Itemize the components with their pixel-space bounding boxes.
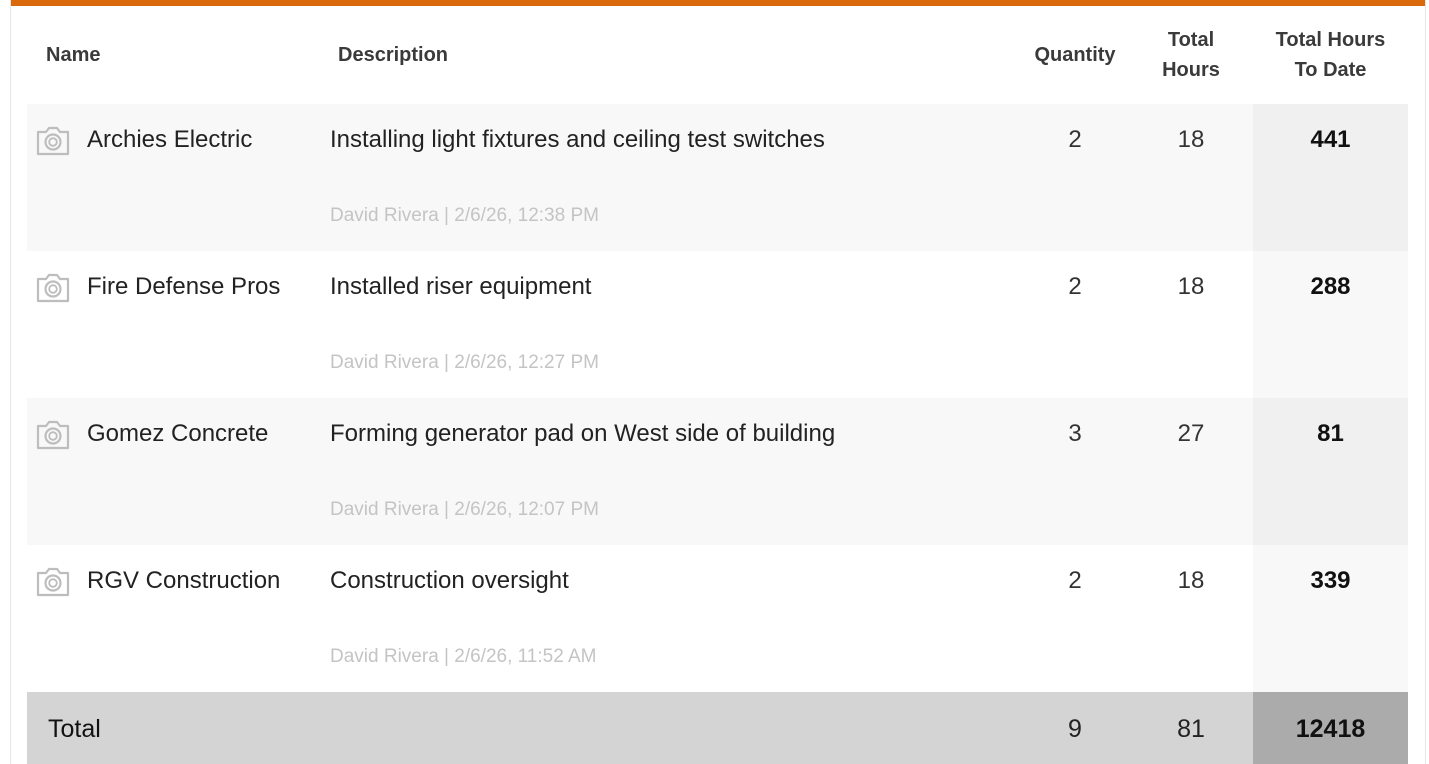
- row-name: RGV Construction: [87, 567, 281, 594]
- row-total-hours: 18: [1177, 273, 1205, 300]
- table-row[interactable]: RGV Construction Construction oversight …: [27, 545, 1408, 692]
- row-description: Installing light fixtures and ceiling te…: [330, 126, 825, 153]
- row-name: Gomez Concrete: [87, 420, 269, 447]
- table-header: Name Description Quantity Total Hours To…: [27, 6, 1408, 104]
- row-meta: David Rivera | 2/6/26, 12:07 PM: [330, 499, 599, 520]
- total-quantity: 9: [1068, 715, 1082, 743]
- row-name: Archies Electric: [87, 126, 253, 153]
- header-description[interactable]: Description: [319, 6, 994, 104]
- camera-icon[interactable]: [35, 125, 71, 157]
- row-name: Fire Defense Pros: [87, 273, 281, 300]
- row-total-hours: 27: [1177, 420, 1205, 447]
- total-row: Total 9 81 12418: [27, 692, 1408, 764]
- header-total-hours-to-date[interactable]: Total Hours To Date: [1253, 6, 1408, 104]
- camera-icon[interactable]: [35, 272, 71, 304]
- row-total-hours-to-date: 288: [1310, 273, 1351, 300]
- row-total-hours: 18: [1177, 567, 1205, 594]
- labor-table: Name Description Quantity Total Hours To…: [27, 6, 1408, 764]
- header-total-hours-line2: Hours: [1162, 59, 1220, 81]
- total-hours: 81: [1177, 715, 1205, 743]
- row-quantity: 3: [1068, 420, 1082, 447]
- row-meta: David Rivera | 2/6/26, 11:52 AM: [330, 646, 597, 667]
- table-row[interactable]: Archies Electric Installing light fixtur…: [27, 104, 1408, 251]
- header-quantity[interactable]: Quantity: [1027, 6, 1123, 104]
- header-to-date-line1: Total Hours: [1275, 29, 1386, 51]
- row-quantity: 2: [1068, 567, 1082, 594]
- header-total-hours-line1: Total: [1167, 29, 1215, 51]
- row-total-hours-to-date: 81: [1317, 420, 1344, 447]
- row-total-hours: 18: [1177, 126, 1205, 153]
- table-row[interactable]: Gomez Concrete Forming generator pad on …: [27, 398, 1408, 545]
- header-total-hours[interactable]: Total Hours: [1143, 6, 1239, 104]
- labor-summary-card: Name Description Quantity Total Hours To…: [10, 0, 1426, 764]
- row-meta: David Rivera | 2/6/26, 12:38 PM: [330, 205, 599, 226]
- row-total-hours-to-date: 339: [1310, 567, 1351, 594]
- row-description: Forming generator pad on West side of bu…: [330, 420, 836, 447]
- header-to-date-line2: To Date: [1294, 59, 1367, 81]
- row-meta: David Rivera | 2/6/26, 12:27 PM: [330, 352, 599, 373]
- row-description: Construction oversight: [330, 567, 569, 594]
- header-name[interactable]: Name: [27, 6, 319, 104]
- camera-icon[interactable]: [35, 566, 71, 598]
- total-hours-to-date: 12418: [1295, 715, 1366, 743]
- row-quantity: 2: [1068, 126, 1082, 153]
- row-description: Installed riser equipment: [330, 273, 592, 300]
- total-label: Total: [48, 715, 101, 743]
- row-quantity: 2: [1068, 273, 1082, 300]
- camera-icon[interactable]: [35, 419, 71, 451]
- row-total-hours-to-date: 441: [1310, 126, 1351, 153]
- table-row[interactable]: Fire Defense Pros Installed riser equipm…: [27, 251, 1408, 398]
